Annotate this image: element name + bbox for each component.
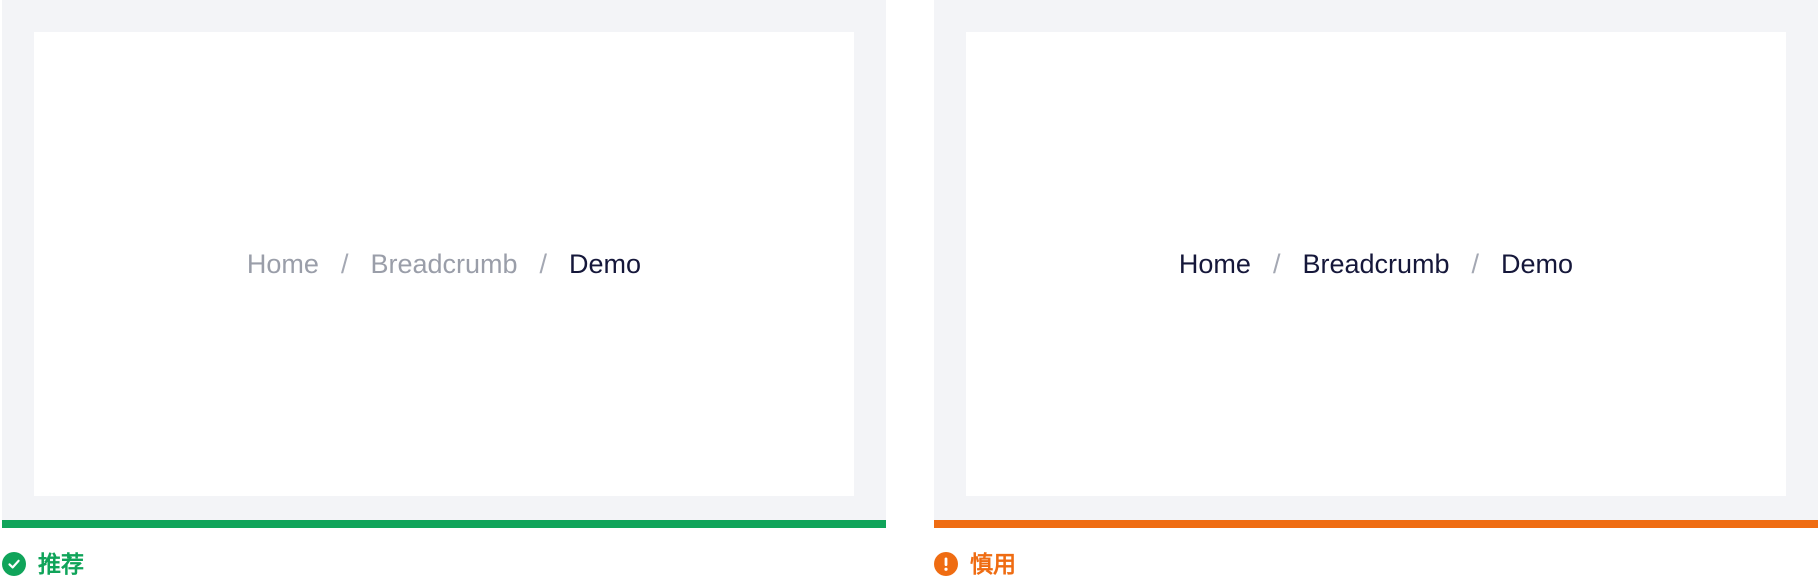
- recommended-status-bar: [2, 520, 886, 528]
- breadcrumb-separator: /: [539, 248, 548, 279]
- breadcrumb-item-current: Demo: [569, 248, 642, 279]
- example-canvas: Home / Breadcrumb / Demo: [966, 32, 1786, 496]
- breadcrumb-item-home[interactable]: Home: [1179, 250, 1251, 278]
- breadcrumb-separator: /: [340, 248, 349, 279]
- breadcrumb-item-breadcrumb[interactable]: Breadcrumb: [1302, 250, 1449, 278]
- exclamation-circle-icon: [934, 552, 958, 576]
- breadcrumb-item-home[interactable]: Home: [247, 250, 319, 278]
- verdict-label: 慎用: [970, 551, 1016, 577]
- verdict-recommended: 推荐: [2, 548, 84, 580]
- verdict-label: 推荐: [38, 551, 84, 577]
- breadcrumb: Home / Breadcrumb / Demo: [247, 248, 642, 279]
- breadcrumb-item-current: Demo: [1501, 248, 1574, 279]
- example-panel-recommended: Home / Breadcrumb / Demo: [2, 0, 886, 528]
- breadcrumb: Home / Breadcrumb / Demo: [1179, 248, 1574, 279]
- breadcrumb-separator: /: [1471, 248, 1480, 279]
- verdict-caution: 慎用: [934, 548, 1016, 580]
- breadcrumb-item-breadcrumb[interactable]: Breadcrumb: [370, 250, 517, 278]
- example-panel-caution: Home / Breadcrumb / Demo: [934, 0, 1818, 528]
- caution-status-bar: [934, 520, 1818, 528]
- check-circle-icon: [2, 552, 26, 576]
- example-canvas: Home / Breadcrumb / Demo: [34, 32, 854, 496]
- breadcrumb-separator: /: [1272, 248, 1281, 279]
